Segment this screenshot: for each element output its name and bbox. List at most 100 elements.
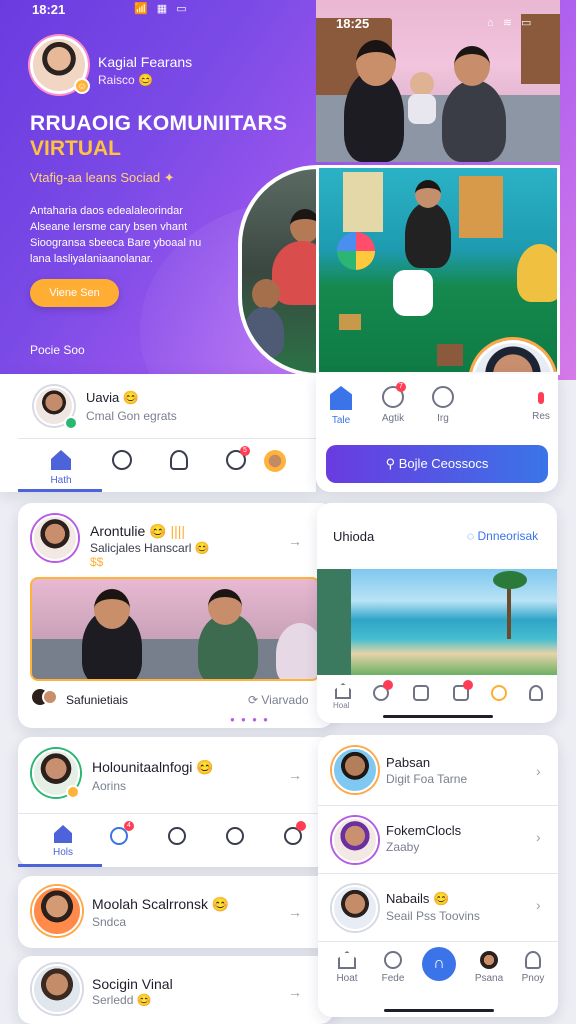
- board-piece: [339, 314, 361, 330]
- active-tab-indicator: [18, 489, 102, 492]
- people-icon[interactable]: [226, 827, 244, 845]
- profile-icon: [170, 450, 188, 470]
- tab-search[interactable]: [112, 450, 132, 470]
- contacts-panel: Pabsan Digit Foa Tarne › FokemClocls Zaa…: [318, 735, 558, 1017]
- heart-icon[interactable]: [491, 685, 507, 701]
- divider: [18, 813, 334, 814]
- post-footer-right[interactable]: ⟳ Viarvado: [248, 693, 309, 707]
- tab-profile[interactable]: Pnoy: [518, 951, 548, 984]
- profile-list-sub: Aorins: [92, 779, 127, 793]
- contact-sub: Seail Pss Toovins: [386, 909, 480, 923]
- status-time-right: 18:25: [336, 16, 370, 31]
- beach-title: Uhioda: [333, 529, 375, 544]
- presenter-head: [415, 180, 441, 208]
- woman-head: [94, 589, 130, 629]
- post-author-avatar[interactable]: [32, 515, 78, 561]
- home-icon: [54, 825, 72, 843]
- post-image[interactable]: [30, 577, 320, 681]
- tab-home[interactable]: Hoat: [332, 951, 362, 984]
- hero-title-virtual: VIRTUAL: [30, 137, 121, 160]
- tab-home[interactable]: Hols: [50, 825, 76, 858]
- contact-sub: Zaaby: [386, 840, 420, 854]
- home-icon: [338, 951, 356, 969]
- baby-figure: [408, 94, 436, 124]
- contact-row-2[interactable]: Socigin Vinal Serledd 😊 →: [18, 956, 334, 1024]
- user-status: Cmal Gon egrats: [86, 409, 177, 423]
- chevron-right-icon[interactable]: ›: [536, 829, 541, 845]
- home-indicator: [384, 1009, 494, 1012]
- tab-irg[interactable]: Irg: [428, 386, 458, 424]
- hero-description: Antaharia daos edealaleorindar Alseane I…: [30, 205, 202, 265]
- chevron-right-icon[interactable]: →: [288, 767, 302, 783]
- grandma-figure: [276, 623, 318, 679]
- divider: [18, 438, 316, 439]
- contact-sub: Sndca: [92, 915, 127, 929]
- user-nav-card: Uavia 😊 Cmal Gon egrats Hath 5: [0, 374, 316, 492]
- beach-photo[interactable]: [317, 569, 557, 675]
- profile-icon[interactable]: [529, 685, 543, 701]
- home-icon: [51, 450, 71, 470]
- beach-action[interactable]: ◌ Dnneorisak: [467, 529, 538, 543]
- search-icon: [384, 951, 402, 969]
- bell-icon: [538, 392, 544, 404]
- palm-leaves: [493, 571, 527, 589]
- contact-avatar[interactable]: [332, 885, 378, 931]
- chevron-right-icon[interactable]: →: [288, 984, 302, 1000]
- divider: [318, 873, 558, 874]
- tab-profile[interactable]: [170, 450, 188, 470]
- tab-agtik[interactable]: Agtik: [376, 386, 410, 424]
- chevron-right-icon[interactable]: ›: [536, 897, 541, 913]
- wall-poster: [459, 176, 503, 238]
- profile-name: Kagial Fearans: [98, 54, 193, 70]
- camera-icon[interactable]: [413, 685, 429, 701]
- search-icon: ⚲: [385, 456, 396, 471]
- beach-card: Uhioda ◌ Dnneorisak Hoal: [317, 503, 557, 723]
- hero-title: RRUAOIG KOMUNIITARS: [30, 112, 288, 135]
- headset-icon[interactable]: ∩: [422, 947, 456, 981]
- chevron-right-icon[interactable]: →: [288, 533, 302, 549]
- contact-avatar[interactable]: [332, 817, 378, 863]
- contact-name: FokemClocls: [386, 823, 462, 838]
- man-head: [454, 46, 490, 86]
- home-icon: [330, 386, 352, 410]
- status-time: 18:21: [32, 2, 66, 17]
- post-footer-label: Safunietiais: [66, 693, 129, 707]
- home-icon[interactable]: [335, 683, 351, 699]
- tab-home[interactable]: Hath: [44, 450, 78, 486]
- contact-row-1[interactable]: Moolah Scalrronsk 😊 Sndca →: [18, 876, 334, 948]
- profile-list-name: Holounitaalnfogi 😊: [92, 759, 214, 775]
- reaction-avatar-2: [42, 689, 58, 705]
- agtik-badge: 7: [396, 382, 406, 392]
- search-icon[interactable]: [168, 827, 186, 845]
- contact-avatar[interactable]: [32, 964, 82, 1014]
- chevron-right-icon[interactable]: ›: [536, 763, 541, 779]
- gallery-badge: [463, 680, 473, 690]
- contact-avatar[interactable]: [32, 886, 82, 936]
- tab-feed[interactable]: Fede: [378, 951, 408, 984]
- chevron-right-icon[interactable]: →: [288, 904, 302, 920]
- compass-badge: [296, 821, 306, 831]
- carousel-dots: ● ● ● ●: [230, 715, 270, 724]
- post-author: Arontulie 😊 ||||: [90, 523, 186, 539]
- child-figure: [393, 270, 433, 316]
- man-head: [208, 589, 242, 625]
- presenter-figure: [405, 202, 451, 268]
- contact-sub: Serledd 😊: [92, 993, 152, 1007]
- status-icons: 📶 ▦ ▭: [134, 3, 190, 15]
- view-button[interactable]: Viene Sen: [30, 279, 119, 307]
- browse-button[interactable]: ⚲ Bojle Ceossocs: [326, 445, 548, 483]
- tab-tale[interactable]: Tale: [328, 386, 354, 426]
- woman-head: [356, 40, 396, 86]
- wall-art: [343, 172, 383, 232]
- baby-head: [410, 72, 434, 96]
- contact-avatar[interactable]: [332, 747, 378, 793]
- tab-res[interactable]: Res: [530, 392, 552, 422]
- game-room-photo: [316, 165, 560, 375]
- left-photo-strip: [317, 569, 351, 675]
- tab-persona[interactable]: Psana: [474, 951, 504, 984]
- floating-avatar[interactable]: [471, 340, 555, 372]
- hero-footer[interactable]: Pocie Soo: [30, 343, 85, 357]
- avatar-icon[interactable]: [264, 450, 286, 472]
- profile-icon: [525, 951, 541, 969]
- man-figure: [442, 80, 506, 162]
